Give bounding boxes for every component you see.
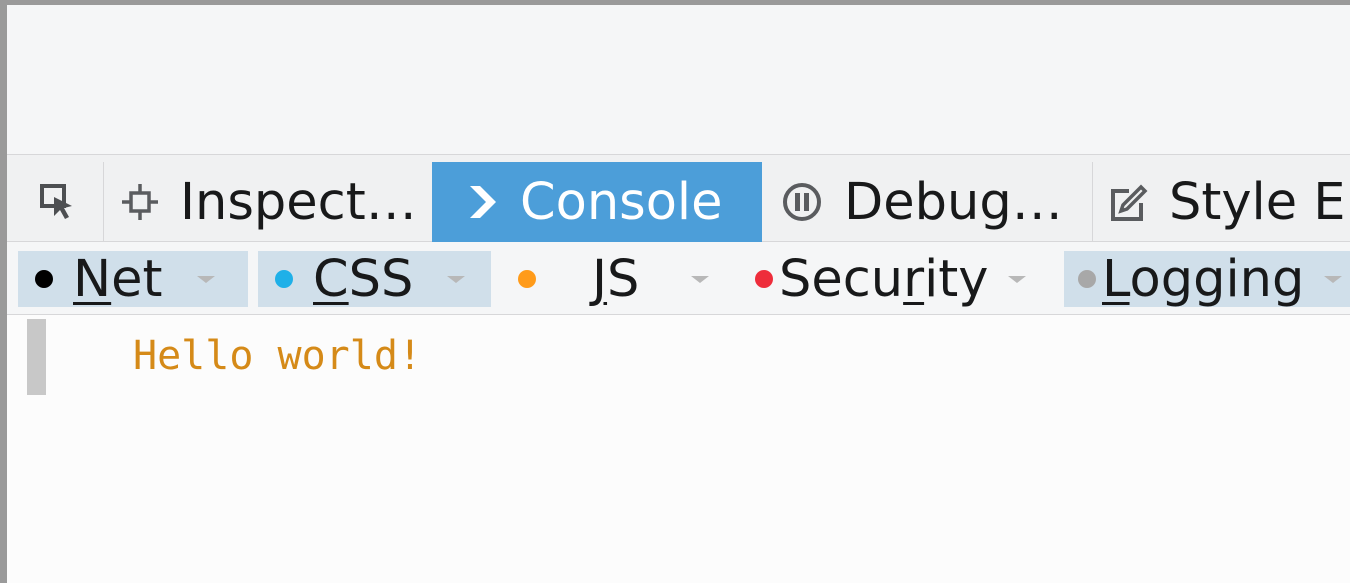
filter-css-label: CSS [313,249,414,309]
element-picker-icon [38,182,78,222]
console-message-text: Hello world! [133,333,422,379]
chevron-down-icon[interactable] [1008,275,1027,283]
console-chevron-icon [466,182,500,222]
tab-console-label: Console [520,172,723,232]
tab-debugger[interactable]: Debug… [762,162,1093,242]
tab-inspector[interactable]: Inspect… [104,162,432,242]
tab-style-editor-label: Style E [1169,172,1346,232]
style-editor-pencil-icon [1107,181,1149,223]
filter-js-button[interactable]: JS [501,249,731,309]
page-content-area [7,5,1350,154]
tab-console[interactable]: Console [432,162,762,242]
devtools-toolbar: Inspect… Console Debug… Style E [7,154,1350,242]
net-dot-icon [35,270,53,288]
console-message-row: Hello world! [27,319,727,395]
console-filter-bar: Net CSS JS Security Logging [7,242,1350,315]
devtools-window: Inspect… Console Debug… Style E Net CSS … [7,5,1350,583]
debugger-pause-icon [780,180,824,224]
filter-logging-button[interactable]: Logging [1064,249,1350,309]
filter-security-label: Security [779,249,989,309]
filter-js-label: JS [592,249,640,309]
inspector-icon [120,182,160,222]
css-dot-icon [275,270,293,288]
filter-css-button[interactable]: CSS [258,249,491,309]
filter-security-button[interactable]: Security [741,249,1061,309]
console-output[interactable]: Hello world! [7,315,1350,583]
security-dot-icon [755,270,773,288]
logging-dot-icon [1078,270,1096,288]
tab-inspector-label: Inspect… [180,172,417,232]
filter-net-label: Net [73,249,163,309]
js-dot-icon [518,270,536,288]
element-picker-button[interactable] [7,162,104,242]
chevron-down-icon[interactable] [196,275,215,283]
tab-style-editor[interactable]: Style E [1093,162,1350,242]
chevron-down-icon[interactable] [447,275,466,283]
message-gutter [27,319,46,395]
tab-debugger-label: Debug… [844,172,1063,232]
chevron-down-icon[interactable] [691,275,710,283]
chevron-down-icon[interactable] [1324,275,1343,283]
filter-logging-label: Logging [1102,249,1305,309]
filter-net-button[interactable]: Net [18,249,248,309]
